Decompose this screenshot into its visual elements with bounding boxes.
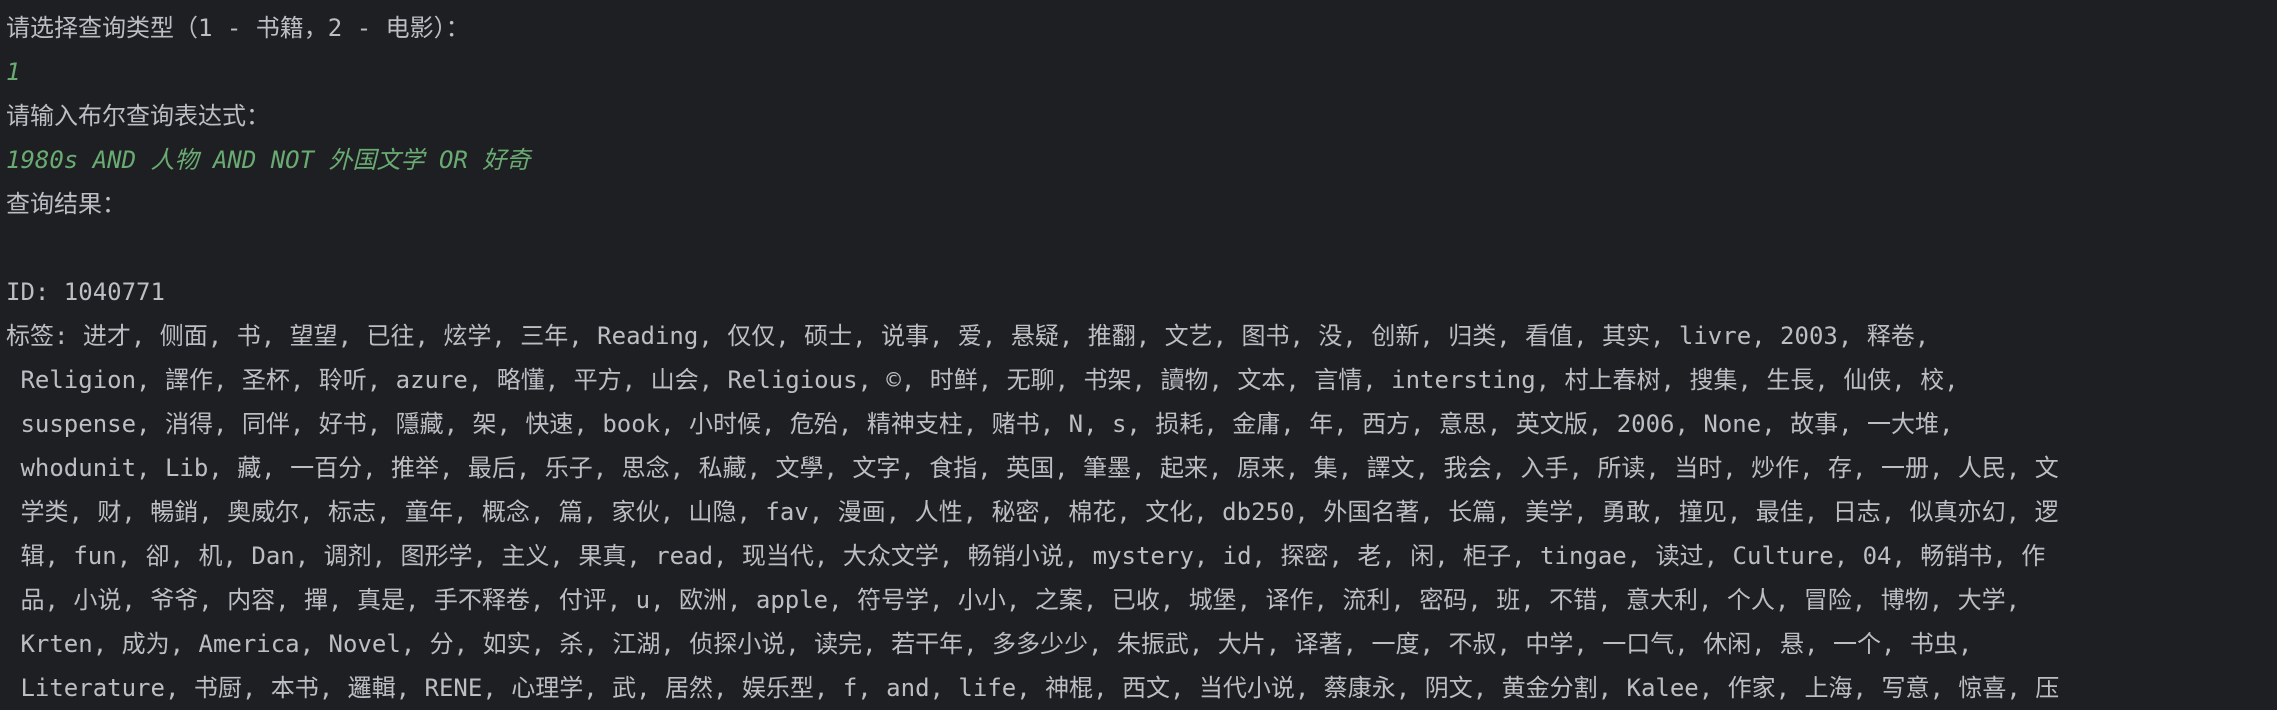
tag-line: 辑, fun, 卻, 机, Dan, 调剂, 图形学, 主义, 果真, read… [6,542,2046,570]
query-type-input: 1 [6,58,21,86]
tag-line: 标签: 进才, 侧面, 书, 望望, 已往, 炫学, 三年, Reading, … [6,322,1930,350]
result-header: 查询结果： [6,190,126,218]
tag-line: 品, 小说, 爷爷, 内容, 撣, 真是, 手不释卷, 付评, u, 欧洲, a… [6,586,2021,614]
tag-line: Literature, 书厨, 本书, 邏輯, RENE, 心理学, 武, 居然… [6,674,2060,702]
tag-line: Religion, 譯作, 圣杯, 聆听, azure, 略懂, 平方, 山会,… [6,366,1959,394]
boolean-expression-input: 1980s AND 人物 AND NOT 外国文学 OR 好奇 [6,146,531,174]
tag-line: Krten, 成为, America, Novel, 分, 如实, 杀, 江湖,… [6,630,1973,658]
query-type-prompt: 请选择查询类型（1 - 书籍，2 - 电影）： [6,14,470,42]
result-id: ID: 1040771 [6,278,165,306]
boolean-expression-prompt: 请输入布尔查询表达式： [6,102,270,130]
console-output[interactable]: 请选择查询类型（1 - 书籍，2 - 电影）： 1 请输入布尔查询表达式： 19… [0,0,2277,709]
tag-line: 学类, 财, 暢銷, 奥威尔, 标志, 童年, 概念, 篇, 家伙, 山隐, f… [6,498,2059,526]
tag-line: suspense, 消得, 同伴, 好书, 隱藏, 架, 快速, book, 小… [6,410,1954,438]
tag-line: whodunit, Lib, 藏, 一百分, 推举, 最后, 乐子, 思念, 私… [6,454,2059,482]
